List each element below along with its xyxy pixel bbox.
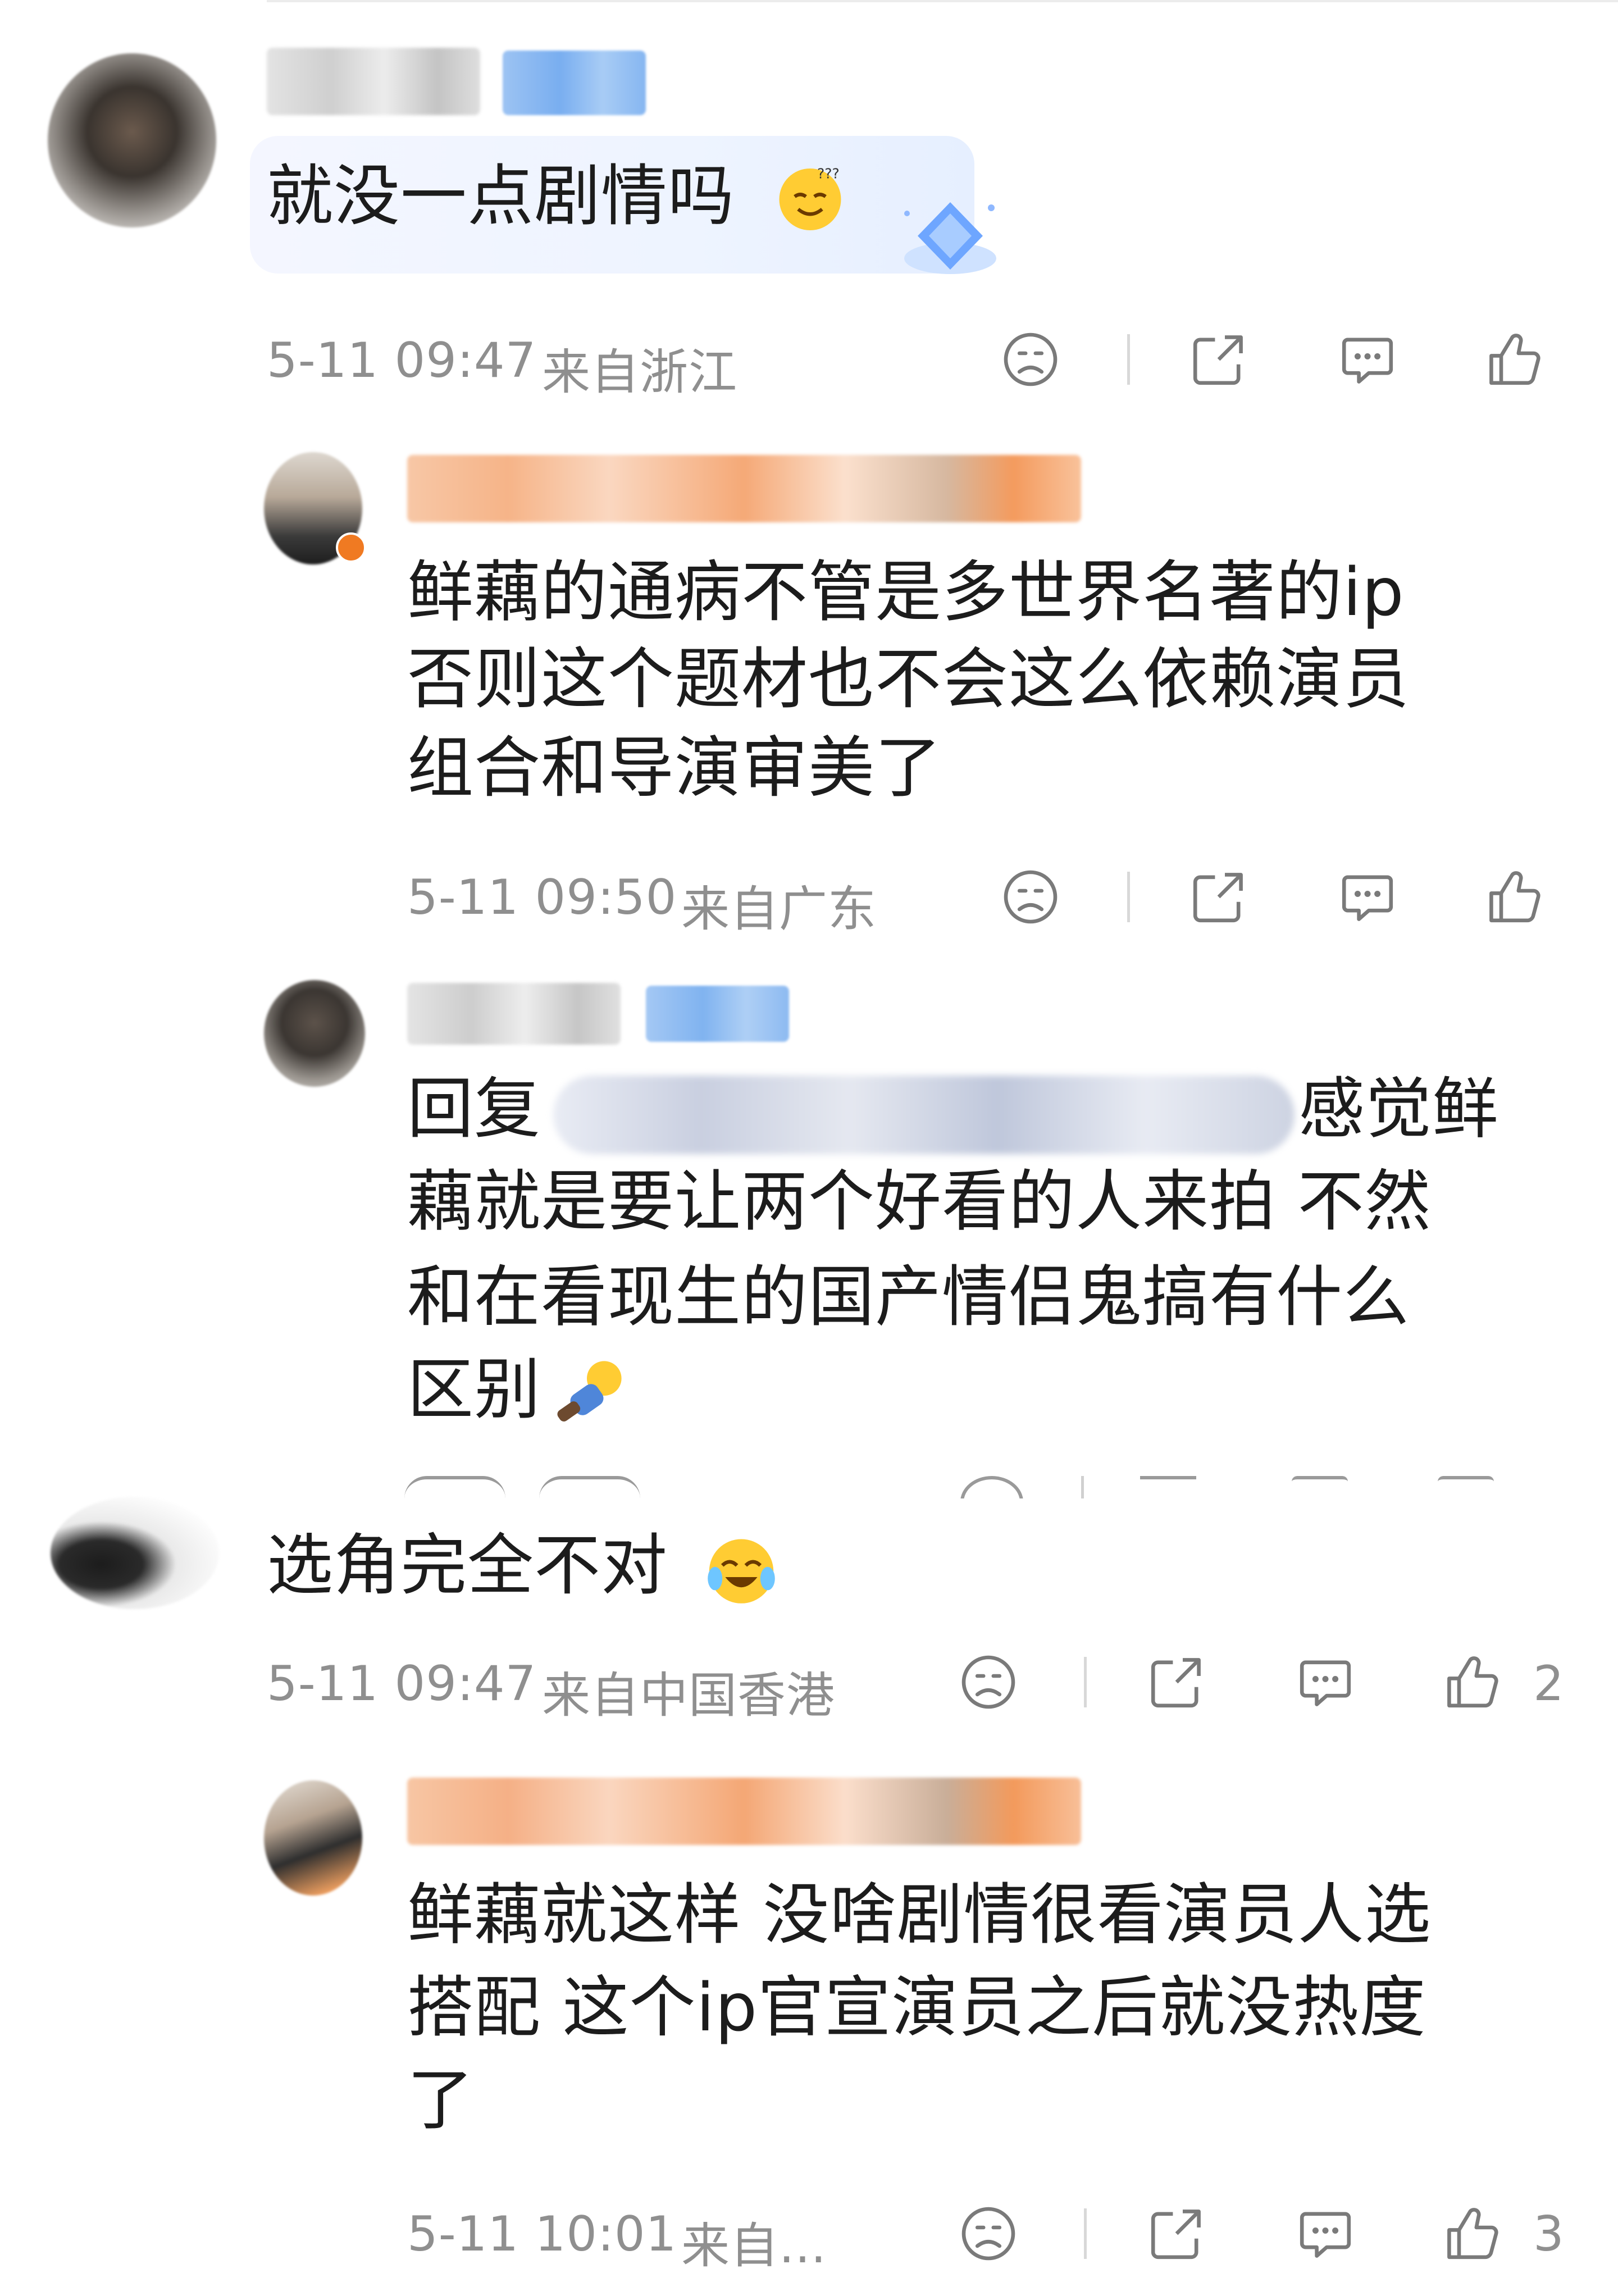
user-tag-blurred	[503, 51, 646, 115]
action-divider	[1084, 1657, 1087, 1707]
avatar[interactable]	[51, 1497, 219, 1609]
username-blurred[interactable]	[407, 983, 621, 1045]
like-count: 2	[1533, 1656, 1564, 1712]
comment-location: 来自...	[681, 2218, 827, 2274]
like-thumb-icon[interactable]	[1483, 329, 1544, 390]
crying-laughing-emoji-icon	[705, 1533, 778, 1606]
comment-location: 来自浙江	[542, 344, 737, 400]
username-blurred[interactable]	[407, 1778, 1081, 1845]
verified-badge-icon	[336, 532, 366, 563]
comment-text-line: 鲜藕就这样 没啥剧情很看演员人选	[407, 1876, 1432, 1953]
username-blurred[interactable]	[267, 48, 480, 115]
like-thumb-icon[interactable]	[1483, 866, 1544, 928]
avatar[interactable]	[264, 980, 365, 1087]
action-divider	[1127, 872, 1130, 922]
share-icon[interactable]	[1188, 329, 1250, 390]
avatar[interactable]	[264, 1780, 362, 1896]
dislike-face-icon[interactable]	[958, 2203, 1019, 2265]
share-icon[interactable]	[1188, 866, 1250, 928]
comment-text-line: 区别	[407, 1351, 541, 1428]
comment-text-line: 搭配 这个ip官宣演员之后就没热度	[407, 1969, 1426, 2046]
comment-text-line: 藕就是要让两个好看的人来拍 不然	[407, 1163, 1432, 1240]
comment-text-line: 了	[407, 2061, 475, 2139]
action-divider	[1127, 334, 1130, 385]
comment-text: 就没一点剧情吗	[267, 157, 735, 235]
comment-text-line: 否则这个题材也不会这么依赖演员	[407, 640, 1410, 718]
comment-time: 5-11 10:01	[407, 2206, 677, 2262]
comment-text-line: 组合和导演审美了	[407, 729, 942, 807]
dislike-face-icon[interactable]	[1000, 329, 1061, 390]
share-icon[interactable]	[1146, 2203, 1207, 2265]
like-thumb-icon[interactable]	[1441, 2203, 1502, 2265]
username-blurred[interactable]	[407, 455, 1081, 522]
truncated-meta-row	[393, 1476, 1573, 1498]
dislike-face-icon[interactable]	[958, 1651, 1019, 1713]
comment-text: 选角完全不对	[267, 1527, 668, 1604]
comment-location: 来自广东	[681, 881, 877, 937]
comment-icon[interactable]	[1337, 329, 1398, 390]
like-thumb-icon[interactable]	[1441, 1651, 1502, 1713]
svg-text:???: ???	[817, 166, 840, 182]
action-divider	[1084, 2208, 1087, 2259]
comment-text-line: 和在看现生的国产情侣鬼搞有什么	[407, 1258, 1410, 1336]
user-tag-blurred	[646, 986, 789, 1042]
sleepy-emoji-icon: ???	[775, 163, 845, 233]
comment-icon[interactable]	[1337, 866, 1398, 928]
top-divider	[267, 0, 1618, 2]
comment-location: 来自中国香港	[542, 1668, 835, 1724]
hidden-mention-mask	[553, 1076, 1295, 1154]
doll-emoji-icon	[548, 1356, 626, 1435]
comment-time: 5-11 09:50	[407, 869, 677, 926]
reply-prefix: 回复	[407, 1070, 541, 1147]
comment-icon[interactable]	[1295, 1651, 1356, 1713]
share-icon[interactable]	[1146, 1651, 1207, 1713]
comment-time: 5-11 09:47	[267, 1656, 537, 1712]
comment-text-line: 感觉鲜	[1298, 1070, 1500, 1147]
like-count: 3	[1533, 2206, 1564, 2262]
comment-time: 5-11 09:47	[267, 332, 537, 389]
avatar[interactable]	[48, 53, 216, 227]
comment-icon[interactable]	[1295, 2203, 1356, 2265]
dislike-face-icon[interactable]	[1000, 866, 1061, 928]
diamond-badge-icon	[899, 191, 1005, 284]
comment-text-line: 鲜藕的通病不管是多世界名著的ip	[407, 553, 1405, 631]
